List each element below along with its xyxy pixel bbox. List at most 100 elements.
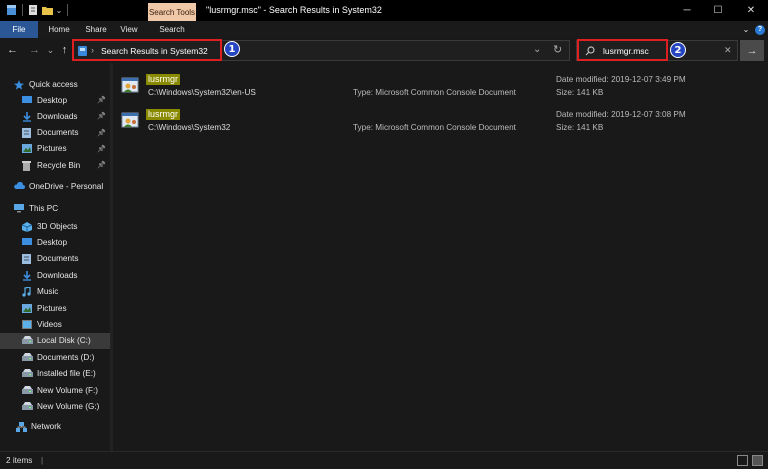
annotation-box-address bbox=[72, 39, 222, 61]
status-bar: 2 items | bbox=[0, 451, 768, 469]
computer-icon bbox=[14, 203, 24, 213]
sidebar-item-desktop[interactable]: Desktop bbox=[22, 234, 67, 250]
videos-icon bbox=[22, 319, 32, 329]
sidebar-item-onedrive[interactable]: OneDrive - Personal bbox=[14, 178, 103, 194]
result-size: Size: 141 KB bbox=[556, 88, 604, 97]
mmc-console-icon bbox=[121, 110, 143, 130]
sidebar-item-downloads[interactable]: Downloads bbox=[22, 267, 78, 283]
sidebar-item-pictures[interactable]: Pictures bbox=[22, 300, 67, 316]
documents-icon bbox=[22, 128, 32, 139]
sidebar-item-videos[interactable]: Videos bbox=[22, 316, 62, 332]
documents-icon bbox=[22, 254, 32, 265]
drive-icon bbox=[22, 385, 33, 395]
pin-icon[interactable]: 📌 bbox=[97, 161, 106, 169]
tab-share[interactable]: Share bbox=[80, 21, 112, 38]
annotation-box-search bbox=[577, 39, 668, 61]
minimize-button[interactable]: ─ bbox=[672, 2, 702, 18]
sidebar-item-label: Pictures bbox=[37, 303, 67, 313]
drive-icon bbox=[22, 352, 33, 362]
pictures-icon bbox=[22, 303, 32, 313]
quick-access-separator bbox=[22, 4, 24, 16]
title-separator bbox=[67, 4, 69, 16]
tab-file[interactable]: File bbox=[0, 21, 38, 38]
result-filename[interactable]: lusrmgr bbox=[146, 74, 181, 85]
sidebar-item-installed-file-e[interactable]: Installed file (E:) bbox=[22, 366, 96, 382]
star-icon bbox=[14, 79, 24, 90]
tab-home[interactable]: Home bbox=[42, 21, 76, 38]
sidebar-item-music[interactable]: Music bbox=[22, 284, 58, 300]
search-result-row[interactable]: lusrmgr C:\Windows\System32 Type: Micros… bbox=[113, 103, 768, 136]
forward-button[interactable]: → bbox=[28, 43, 41, 57]
navigation-pane: Quick access Desktop 📌 Downloads 📌 Documents… bbox=[0, 63, 110, 451]
pin-icon[interactable]: 📌 bbox=[97, 129, 106, 137]
3d-objects-icon bbox=[21, 221, 33, 232]
sidebar-item-recycle-bin[interactable]: Recycle Bin 📌 bbox=[22, 157, 106, 173]
sidebar-item-label: Desktop bbox=[37, 237, 68, 247]
refresh-icon[interactable]: ↻ bbox=[553, 43, 562, 56]
address-dropdown-icon[interactable]: ⌄ bbox=[533, 44, 541, 55]
sidebar-item-quick-access[interactable]: Quick access bbox=[14, 76, 78, 92]
up-button[interactable]: ↑ bbox=[58, 43, 71, 57]
annotation-badge-1: 1 bbox=[224, 41, 240, 57]
sidebar-item-pictures[interactable]: Pictures 📌 bbox=[22, 141, 106, 157]
pin-icon[interactable]: 📌 bbox=[97, 145, 106, 153]
sidebar-item-3d-objects[interactable]: 3D Objects bbox=[21, 218, 78, 234]
details-view-icon[interactable] bbox=[737, 455, 748, 466]
search-tools-context-tab[interactable]: Search Tools bbox=[148, 3, 196, 21]
sidebar-item-label: 3D Objects bbox=[37, 221, 78, 231]
sidebar-item-local-disk-c[interactable]: Local Disk (C:) bbox=[0, 332, 110, 349]
explorer-app-icon[interactable] bbox=[5, 4, 17, 16]
sidebar-item-this-pc[interactable]: This PC bbox=[14, 200, 58, 216]
search-result-row[interactable]: lusrmgr C:\Windows\System32\en-US Type: … bbox=[113, 68, 768, 101]
sidebar-item-label: OneDrive - Personal bbox=[29, 181, 104, 191]
new-folder-icon[interactable] bbox=[41, 4, 53, 16]
search-clear-icon[interactable]: ✕ bbox=[724, 45, 732, 56]
tab-view[interactable]: View bbox=[115, 21, 143, 38]
sidebar-item-label: Documents bbox=[37, 128, 79, 138]
customize-toolbar-icon[interactable]: ⌄ bbox=[55, 4, 63, 16]
sidebar-item-label: Desktop bbox=[37, 95, 68, 105]
sidebar-item-label: Recycle Bin bbox=[37, 160, 81, 170]
help-icon[interactable]: ? bbox=[754, 21, 766, 38]
pin-icon[interactable]: 📌 bbox=[97, 96, 106, 104]
title-bar: ⌄ Search Tools "lusrmgr.msc" - Search Re… bbox=[0, 0, 768, 21]
search-go-button[interactable]: → bbox=[740, 40, 764, 61]
sidebar-item-label: Videos bbox=[37, 319, 62, 329]
sidebar-item-network[interactable]: Network bbox=[16, 418, 61, 434]
large-icons-view-icon[interactable] bbox=[752, 455, 763, 466]
recent-locations-button[interactable]: ⌄ bbox=[44, 43, 57, 57]
sidebar-item-downloads[interactable]: Downloads 📌 bbox=[22, 108, 106, 124]
sidebar-item-label: Local Disk (C:) bbox=[37, 336, 91, 346]
sidebar-item-desktop[interactable]: Desktop 📌 bbox=[22, 92, 106, 108]
close-button[interactable]: ✕ bbox=[736, 2, 766, 18]
properties-icon[interactable] bbox=[27, 4, 39, 16]
window-title: "lusrmgr.msc" - Search Results in System… bbox=[206, 5, 382, 15]
result-filename[interactable]: lusrmgr bbox=[146, 109, 181, 120]
sidebar-item-label: Network bbox=[31, 421, 62, 431]
ribbon-expand-icon[interactable]: ⌄ bbox=[740, 21, 752, 38]
sidebar-item-new-volume-f[interactable]: New Volume (F:) bbox=[22, 382, 98, 398]
sidebar-item-new-volume-g[interactable]: New Volume (G:) bbox=[22, 398, 99, 414]
maximize-button[interactable]: ☐ bbox=[703, 2, 733, 18]
desktop-icon bbox=[22, 95, 32, 105]
tab-search[interactable]: Search bbox=[150, 21, 194, 38]
ribbon-tabs: File Home Share View Search ⌄ ? bbox=[0, 21, 768, 38]
sidebar-item-documents[interactable]: Documents bbox=[22, 251, 78, 267]
sidebar-item-documents-d[interactable]: Documents (D:) bbox=[22, 349, 94, 365]
recycle-bin-icon bbox=[22, 160, 32, 171]
result-date-modified: Date modified: 2019-12-07 3:08 PM bbox=[556, 110, 686, 119]
sidebar-item-label: Music bbox=[37, 287, 59, 297]
pin-icon[interactable]: 📌 bbox=[97, 112, 106, 120]
cloud-icon bbox=[14, 181, 25, 191]
drive-icon bbox=[22, 369, 33, 378]
music-icon bbox=[22, 286, 32, 297]
network-icon bbox=[16, 421, 27, 432]
sidebar-item-label: Installed file (E:) bbox=[37, 369, 96, 379]
result-date-modified: Date modified: 2019-12-07 3:49 PM bbox=[556, 75, 686, 84]
back-button[interactable]: ← bbox=[6, 43, 19, 57]
sidebar-item-label: New Volume (F:) bbox=[37, 385, 98, 395]
drive-icon bbox=[22, 336, 33, 345]
sidebar-item-documents[interactable]: Documents 📌 bbox=[22, 125, 106, 141]
item-count: 2 items bbox=[6, 456, 33, 465]
sidebar-item-label: This PC bbox=[29, 203, 59, 213]
